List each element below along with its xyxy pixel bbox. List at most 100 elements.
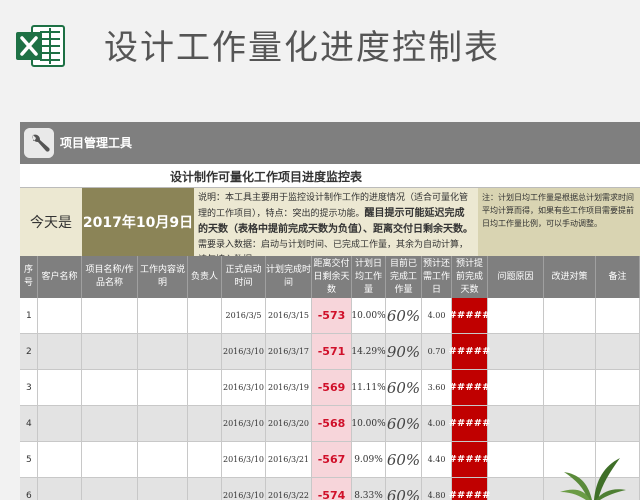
- cell-measure[interactable]: [544, 298, 596, 334]
- column-header-measure[interactable]: 改进对策: [544, 256, 596, 298]
- cell-reason[interactable]: [488, 442, 544, 478]
- cell-content[interactable]: [138, 478, 188, 500]
- cell-daily[interactable]: 11.11%: [351, 370, 386, 406]
- cell-reason[interactable]: [488, 298, 544, 334]
- cell-start[interactable]: 2016/3/10: [222, 478, 266, 500]
- cell-project[interactable]: [82, 334, 138, 370]
- cell-done[interactable]: 90%: [386, 334, 422, 370]
- cell-start[interactable]: 2016/3/10: [222, 442, 266, 478]
- cell-client[interactable]: [38, 298, 82, 334]
- cell-early[interactable]: #####: [449, 442, 490, 478]
- cell-plan[interactable]: 2016/3/19: [266, 370, 312, 406]
- cell-remain[interactable]: -568: [312, 406, 352, 442]
- cell-remain[interactable]: -571: [312, 334, 352, 370]
- cell-client[interactable]: [38, 406, 82, 442]
- column-header-owner[interactable]: 负责人: [188, 256, 222, 298]
- cell-plan[interactable]: 2016/3/20: [266, 406, 312, 442]
- cell-remark[interactable]: [596, 370, 640, 406]
- cell-content[interactable]: [138, 370, 188, 406]
- today-date[interactable]: 2017年10月9日: [82, 188, 194, 256]
- cell-owner[interactable]: [188, 442, 222, 478]
- cell-project[interactable]: [82, 406, 138, 442]
- cell-owner[interactable]: [188, 298, 222, 334]
- cell-reason[interactable]: [488, 370, 544, 406]
- cell-measure[interactable]: [544, 406, 596, 442]
- column-header-project[interactable]: 项目名称/作品名称: [82, 256, 138, 298]
- cell-early[interactable]: #####: [449, 334, 490, 370]
- cell-owner[interactable]: [188, 406, 222, 442]
- cell-plan[interactable]: 2016/3/21: [266, 442, 312, 478]
- column-header-remark[interactable]: 备注: [596, 256, 640, 298]
- cell-start[interactable]: 2016/3/10: [222, 334, 266, 370]
- cell-need[interactable]: 0.70: [422, 334, 452, 370]
- cell-done[interactable]: 60%: [386, 406, 422, 442]
- cell-client[interactable]: [38, 478, 82, 500]
- cell-need[interactable]: 4.00: [422, 298, 452, 334]
- cell-daily[interactable]: 10.00%: [351, 406, 386, 442]
- cell-plan[interactable]: 2016/3/15: [266, 298, 312, 334]
- cell-early[interactable]: #####: [449, 370, 490, 406]
- cell-measure[interactable]: [544, 334, 596, 370]
- cell-need[interactable]: 3.60: [422, 370, 452, 406]
- cell-content[interactable]: [138, 334, 188, 370]
- column-header-client[interactable]: 客户名称: [38, 256, 82, 298]
- column-header-reason[interactable]: 问题原因: [488, 256, 544, 298]
- cell-no[interactable]: 2: [20, 334, 38, 370]
- cell-remain[interactable]: -567: [312, 442, 352, 478]
- cell-content[interactable]: [138, 406, 188, 442]
- cell-daily[interactable]: 14.29%: [351, 334, 386, 370]
- column-header-need[interactable]: 预计还需工作日: [422, 256, 452, 298]
- column-header-no[interactable]: 序号: [20, 256, 38, 298]
- cell-client[interactable]: [38, 442, 82, 478]
- cell-no[interactable]: 4: [20, 406, 38, 442]
- cell-early[interactable]: #####: [449, 406, 490, 442]
- cell-remark[interactable]: [596, 406, 640, 442]
- cell-project[interactable]: [82, 298, 138, 334]
- column-header-start[interactable]: 正式启动时间: [222, 256, 266, 298]
- cell-content[interactable]: [138, 442, 188, 478]
- cell-project[interactable]: [82, 442, 138, 478]
- cell-need[interactable]: 4.00: [422, 406, 452, 442]
- cell-done[interactable]: 60%: [386, 478, 422, 500]
- column-header-remain[interactable]: 距离交付日剩余天数: [312, 256, 352, 298]
- column-header-daily[interactable]: 计划日均工作量: [352, 256, 386, 298]
- cell-owner[interactable]: [188, 478, 222, 500]
- cell-reason[interactable]: [488, 334, 544, 370]
- column-header-early[interactable]: 预计提前完成天数: [452, 256, 488, 298]
- cell-early[interactable]: #####: [449, 478, 490, 500]
- cell-done[interactable]: 60%: [386, 298, 422, 334]
- cell-plan[interactable]: 2016/3/22: [266, 478, 312, 500]
- cell-remain[interactable]: -573: [312, 298, 352, 334]
- cell-client[interactable]: [38, 370, 82, 406]
- cell-early[interactable]: #####: [449, 298, 490, 334]
- column-header-done[interactable]: 目前已完成工作量: [386, 256, 422, 298]
- cell-start[interactable]: 2016/3/10: [222, 370, 266, 406]
- cell-remark[interactable]: [596, 298, 640, 334]
- cell-remark[interactable]: [596, 334, 640, 370]
- cell-reason[interactable]: [488, 478, 544, 500]
- cell-need[interactable]: 4.40: [422, 442, 452, 478]
- cell-no[interactable]: 5: [20, 442, 38, 478]
- cell-remain[interactable]: -574: [312, 478, 352, 500]
- cell-remain[interactable]: -569: [312, 370, 352, 406]
- cell-content[interactable]: [138, 298, 188, 334]
- cell-owner[interactable]: [188, 370, 222, 406]
- wrench-icon[interactable]: [24, 128, 54, 158]
- cell-measure[interactable]: [544, 370, 596, 406]
- cell-client[interactable]: [38, 334, 82, 370]
- cell-no[interactable]: 6: [20, 478, 38, 500]
- column-header-plan[interactable]: 计划完成时间: [266, 256, 312, 298]
- cell-no[interactable]: 1: [20, 298, 38, 334]
- cell-plan[interactable]: 2016/3/17: [266, 334, 312, 370]
- cell-start[interactable]: 2016/3/10: [222, 406, 266, 442]
- cell-daily[interactable]: 8.33%: [352, 478, 386, 500]
- cell-start[interactable]: 2016/3/5: [222, 298, 266, 334]
- cell-done[interactable]: 60%: [386, 370, 422, 406]
- cell-project[interactable]: [82, 478, 138, 500]
- cell-owner[interactable]: [188, 334, 222, 370]
- cell-project[interactable]: [82, 370, 138, 406]
- column-header-content[interactable]: 工作内容说明: [138, 256, 188, 298]
- cell-done[interactable]: 60%: [386, 442, 422, 478]
- cell-need[interactable]: 4.80: [422, 478, 452, 500]
- cell-daily[interactable]: 10.00%: [351, 298, 386, 334]
